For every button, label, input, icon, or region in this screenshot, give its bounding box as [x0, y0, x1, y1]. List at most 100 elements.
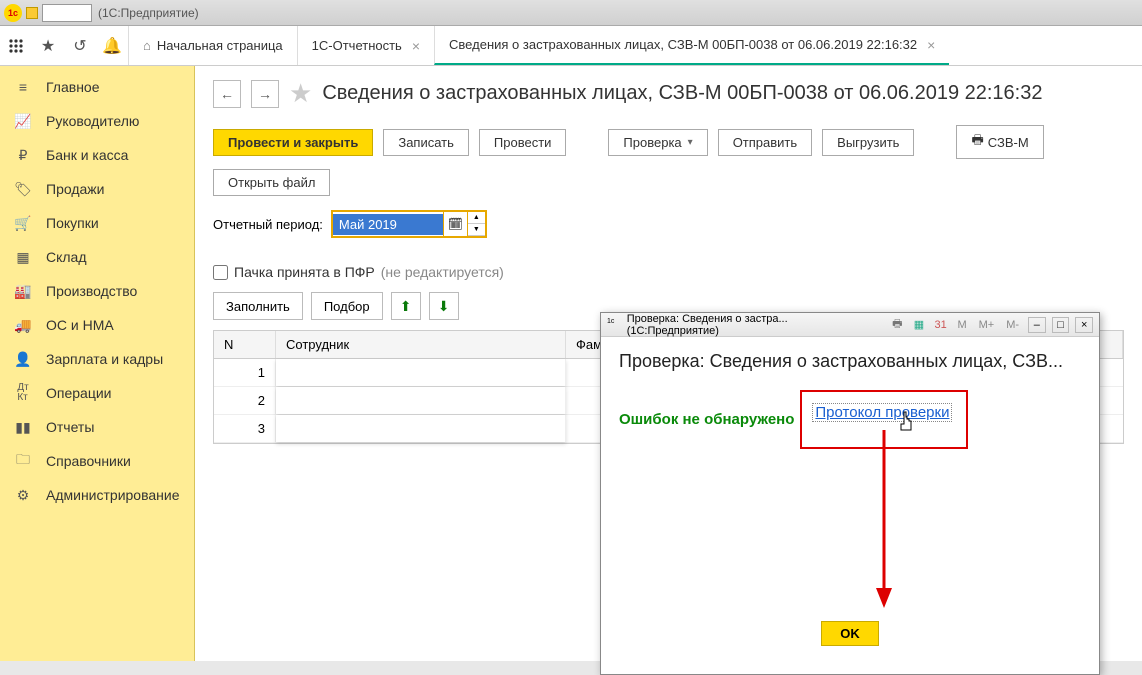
- sidebar-item-sales[interactable]: 🏷 Продажи: [0, 172, 194, 206]
- result-row: Ошибок не обнаружено Протокол проверки: [619, 390, 1081, 449]
- sidebar-item-label: Операции: [46, 385, 112, 401]
- dialog-titlebar[interactable]: 1c Проверка: Сведения о застра... (1С:Пр…: [601, 313, 1099, 337]
- sidebar-item-label: Склад: [46, 249, 87, 265]
- folder-icon: 🗀: [14, 452, 32, 470]
- tab-home[interactable]: ⌂ Начальная страница: [128, 26, 297, 65]
- toolbar-icons: ★ ↺ 🔔: [0, 26, 128, 65]
- action-toolbar: Провести и закрыть Записать Провести Про…: [213, 125, 1124, 196]
- print-icon: 🖶: [971, 131, 983, 153]
- ruble-icon: ₽: [14, 146, 32, 164]
- close-button[interactable]: ×: [1075, 317, 1093, 333]
- sidebar-item-label: Производство: [46, 283, 137, 299]
- cell-employee[interactable]: [276, 387, 566, 414]
- bars-icon: ▮▮: [14, 418, 32, 436]
- tab-home-label: Начальная страница: [157, 38, 283, 53]
- cursor-icon: [898, 410, 916, 432]
- open-file-button[interactable]: Открыть файл: [213, 169, 330, 196]
- apps-icon[interactable]: [6, 36, 26, 56]
- sidebar-item-label: Продажи: [46, 181, 104, 197]
- menu-icon: ≡: [14, 78, 32, 96]
- move-down-button[interactable]: ⬇: [429, 292, 459, 320]
- favorite-star-icon[interactable]: ★: [289, 78, 312, 109]
- post-and-close-button[interactable]: Провести и закрыть: [213, 129, 373, 156]
- sidebar-item-label: Администрирование: [46, 487, 180, 503]
- period-spinner[interactable]: ▲▼: [467, 212, 485, 236]
- post-button[interactable]: Провести: [479, 129, 567, 156]
- close-icon[interactable]: ×: [927, 37, 935, 53]
- check-button-label: Проверка: [623, 135, 681, 150]
- truck-icon: 🚚: [14, 316, 32, 334]
- star-icon[interactable]: ★: [38, 36, 58, 56]
- tag-icon: 🏷: [14, 180, 32, 198]
- check-button[interactable]: Проверка ▾: [608, 129, 707, 156]
- period-input[interactable]: [333, 214, 443, 235]
- accepted-checkbox[interactable]: [213, 265, 228, 280]
- app-icon: 1c: [607, 318, 621, 332]
- send-button[interactable]: Отправить: [718, 129, 812, 156]
- tab-document-label: Сведения о застрахованных лицах, СЗВ-М 0…: [449, 37, 917, 52]
- cell-employee[interactable]: [276, 359, 566, 386]
- top-toolbar: ★ ↺ 🔔 ⌂ Начальная страница 1С-Отчетность…: [0, 26, 1142, 66]
- sidebar-item-operations[interactable]: ДтКтОперации: [0, 376, 194, 410]
- sidebar-item-reports[interactable]: ▮▮Отчеты: [0, 410, 194, 444]
- save-button[interactable]: Записать: [383, 129, 469, 156]
- sidebar-item-warehouse[interactable]: ▦ Склад: [0, 240, 194, 274]
- sidebar-item-catalogs[interactable]: 🗀 Справочники: [0, 444, 194, 478]
- sidebar-item-bank[interactable]: ₽Банк и касса: [0, 138, 194, 172]
- app-title-suffix: (1С:Предприятие): [98, 6, 199, 20]
- m-plus-button[interactable]: M+: [976, 319, 998, 331]
- col-n[interactable]: N: [214, 331, 276, 358]
- sidebar-item-purchases[interactable]: 🛒Покупки: [0, 206, 194, 240]
- box-icon: ▦: [14, 248, 32, 266]
- cell-n: 3: [214, 415, 276, 442]
- sidebar-item-label: Покупки: [46, 215, 99, 231]
- accepted-hint: (не редактируется): [381, 264, 504, 280]
- dialog-window-title: Проверка: Сведения о застра... (1С:Предп…: [627, 313, 878, 337]
- sidebar-item-label: Справочники: [46, 453, 131, 469]
- sidebar-item-manufacturing[interactable]: 🏭Производство: [0, 274, 194, 308]
- sidebar-item-label: Руководителю: [46, 113, 139, 129]
- export-button[interactable]: Выгрузить: [822, 129, 914, 156]
- pick-button[interactable]: Подбор: [311, 292, 383, 320]
- sidebar-item-salary[interactable]: 👤Зарплата и кадры: [0, 342, 194, 376]
- history-icon[interactable]: ↺: [70, 36, 90, 56]
- sidebar-item-admin[interactable]: ⚙Администрирование: [0, 478, 194, 512]
- spin-down-icon[interactable]: ▼: [468, 224, 485, 236]
- sidebar-item-main[interactable]: ≡Главное: [0, 70, 194, 104]
- chart-icon: 📈: [14, 112, 32, 130]
- accepted-checkbox-row: Пачка принята в ПФР (не редактируется): [213, 264, 1124, 280]
- period-label: Отчетный период:: [213, 217, 323, 232]
- tab-document[interactable]: Сведения о застрахованных лицах, СЗВ-М 0…: [434, 26, 949, 65]
- forward-button[interactable]: →: [251, 80, 279, 108]
- chevron-down-icon: ▾: [688, 137, 693, 148]
- sidebar-item-manager[interactable]: 📈 Руководителю: [0, 104, 194, 138]
- maximize-button[interactable]: □: [1052, 317, 1070, 333]
- ok-button[interactable]: OK: [821, 621, 879, 646]
- move-up-button[interactable]: ⬆: [391, 292, 421, 320]
- tab-reports[interactable]: 1С-Отчетность ×: [297, 26, 434, 65]
- dialog-title: Проверка: Сведения о застрахованных лица…: [619, 351, 1081, 372]
- calendar-icon[interactable]: 🗓: [443, 212, 467, 236]
- header-row: ← → ★ Сведения о застрахованных лицах, С…: [213, 78, 1124, 109]
- app-menu-dropdown[interactable]: [26, 7, 38, 19]
- print-icon[interactable]: 🖶: [889, 317, 905, 333]
- back-button[interactable]: ←: [213, 80, 241, 108]
- col-employee[interactable]: Сотрудник: [276, 331, 566, 358]
- annotation-arrow: [872, 430, 896, 610]
- protocol-link[interactable]: Протокол проверки: [812, 403, 952, 422]
- minimize-button[interactable]: –: [1028, 317, 1046, 333]
- app-icon: 1c: [4, 4, 22, 22]
- sidebar-item-label: Зарплата и кадры: [46, 351, 163, 367]
- sidebar-item-assets[interactable]: 🚚ОС и НМА: [0, 308, 194, 342]
- calc-icon[interactable]: ▦: [911, 317, 927, 333]
- close-icon[interactable]: ×: [412, 38, 420, 54]
- cell-employee[interactable]: [276, 415, 566, 442]
- spin-up-icon[interactable]: ▲: [468, 212, 485, 224]
- period-row: Отчетный период: 🗓 ▲▼: [213, 210, 1124, 238]
- m-button[interactable]: M: [954, 319, 969, 331]
- print-szvm-button[interactable]: 🖶СЗВ-М: [956, 125, 1043, 159]
- m-minus-button[interactable]: M-: [1003, 319, 1022, 331]
- bell-icon[interactable]: 🔔: [102, 36, 122, 56]
- calendar-icon[interactable]: 31: [933, 317, 949, 333]
- fill-button[interactable]: Заполнить: [213, 292, 303, 320]
